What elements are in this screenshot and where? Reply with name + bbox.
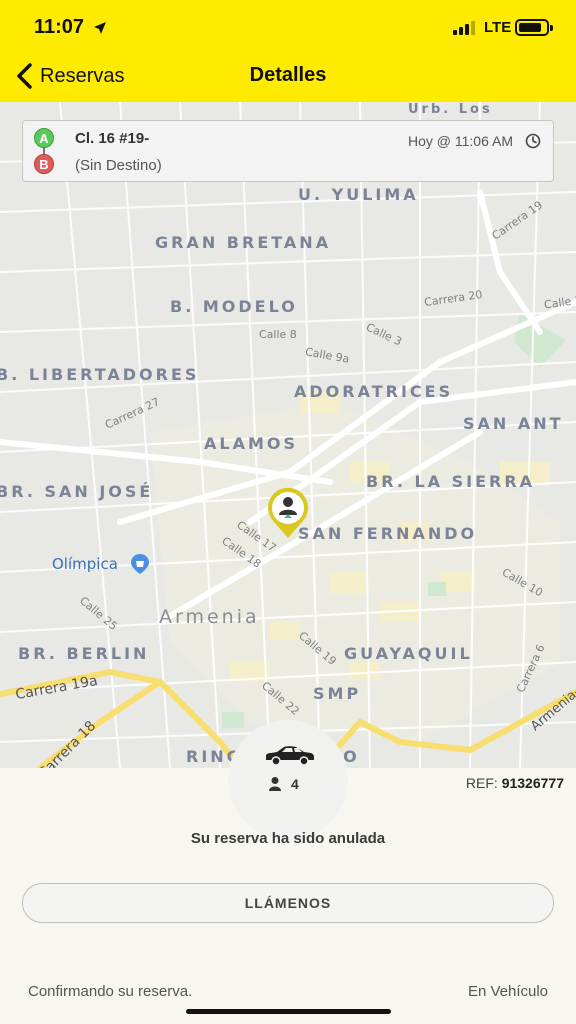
origin-address: Cl. 16 #19- [75, 130, 150, 147]
chevron-left-icon [17, 63, 32, 89]
reference-number: REF: 91326777 [466, 775, 564, 791]
pickup-time: Hoy @ 11:06 AM [408, 133, 513, 149]
back-button[interactable]: Reservas [14, 60, 124, 92]
map-label-guayaquil: GUAYAQUIL [344, 644, 473, 663]
destination-marker-icon: B [34, 154, 54, 174]
progress-step-confirming: Confirmando su reserva. [28, 983, 193, 1000]
clock-icon [525, 133, 541, 149]
map-label-adoratrices: ADORATRICES [294, 382, 454, 401]
passenger-count: 4 [291, 776, 299, 792]
map-view[interactable]: Urb. Los U. YULIMA GRAN BRETANA B. MODEL… [0, 102, 576, 768]
location-arrow-icon [94, 22, 106, 34]
reservation-status-message: Su reserva ha sido anulada [190, 830, 386, 847]
status-time: 11:07 [34, 16, 85, 38]
map-label-san-jose: BR. SAN JOSÉ [0, 482, 154, 501]
network-label: LTE [484, 19, 512, 36]
street-label: Calle 8 [259, 328, 297, 341]
map-city-label: Armenia [159, 606, 260, 628]
shopping-poi-icon[interactable] [130, 553, 150, 575]
reference-label: REF: [465, 775, 498, 791]
back-label: Reservas [40, 64, 125, 87]
signal-icon [453, 21, 483, 35]
header: 11:07 LTE Reservas Detalles [0, 0, 576, 102]
origin-marker-icon: A [34, 128, 54, 148]
vehicle-badge: 4 [228, 720, 348, 840]
home-indicator[interactable] [186, 1009, 391, 1014]
map-label-smp: SMP [313, 684, 362, 703]
passenger-location-pin-icon[interactable] [262, 486, 314, 540]
progress-step-in-vehicle: En Vehículo [467, 983, 548, 1000]
reference-value: 91326777 [501, 775, 564, 791]
route-card: A B Cl. 16 #19- (Sin Destino) Hoy @ 11:0… [22, 120, 554, 182]
call-us-button[interactable]: LLÁMENOS [22, 883, 554, 923]
map-label-san-fernando: SAN FERNANDO [298, 524, 478, 543]
map-label-berlin: BR. BERLIN [18, 644, 150, 663]
map-label-modelo: B. MODELO [170, 297, 298, 316]
status-bar: 11:07 LTE [0, 0, 576, 52]
map-label-alamos: ALAMOS [204, 434, 299, 453]
map-label-la-sierra: BR. LA SIERRA [366, 472, 536, 491]
map-label-libertadores: B. LIBERTADORES [0, 365, 200, 384]
car-icon [266, 746, 314, 766]
map-label-urb: Urb. Los [408, 102, 493, 117]
destination-address: (Sin Destino) [75, 157, 162, 174]
passenger-icon [269, 777, 281, 791]
map-label-gran-bretana: GRAN BRETANA [155, 233, 332, 252]
battery-icon [515, 19, 553, 36]
map-label-yulima: U. YULIMA [298, 185, 419, 204]
poi-label[interactable]: Olímpica [52, 555, 118, 573]
map-label-san-ant: SAN ANT [463, 414, 564, 433]
